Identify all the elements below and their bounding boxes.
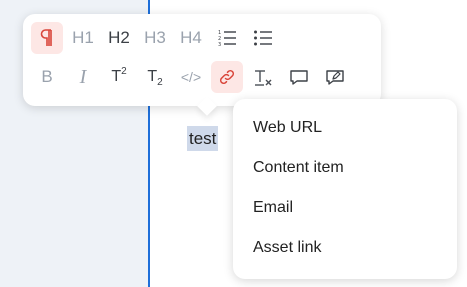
heading3-button[interactable]: H3 (139, 22, 171, 54)
toolbar-row-inline: B I T2 T2 </> (31, 61, 355, 93)
unordered-list-icon (254, 30, 272, 46)
heading1-button[interactable]: H1 (67, 22, 99, 54)
pilcrow-icon (40, 29, 52, 46)
comment-button[interactable] (283, 61, 315, 93)
heading4-label: H4 (180, 28, 202, 47)
paragraph-button[interactable] (31, 22, 63, 54)
suggestion-button[interactable] (319, 61, 351, 93)
clear-format-icon (255, 70, 272, 86)
menu-item-asset-link[interactable]: Asset link (253, 239, 321, 257)
italic-button[interactable]: I (67, 61, 99, 93)
italic-label: I (79, 65, 87, 88)
suggestion-icon (326, 70, 344, 85)
selected-text[interactable]: test (187, 126, 219, 151)
link-icon (219, 69, 235, 85)
ordered-list-button[interactable]: 123 (211, 22, 243, 54)
comment-icon (290, 70, 308, 85)
menu-item-email[interactable]: Email (253, 199, 293, 217)
heading2-button[interactable]: H2 (103, 22, 135, 54)
superscript-base: T (111, 68, 122, 85)
heading1-label: H1 (72, 28, 94, 47)
toolbar-row-blocks: H1 H2 H3 H4 123 (31, 22, 283, 54)
heading3-label: H3 (144, 28, 166, 47)
svg-text:3: 3 (218, 42, 221, 47)
bold-label: B (41, 67, 53, 86)
code-button[interactable]: </> (175, 61, 207, 93)
formatting-toolbar: H1 H2 H3 H4 123 B I T 2 T 2 </> (23, 14, 381, 116)
subscript-button[interactable]: T2 (139, 61, 171, 93)
code-label: </> (180, 69, 202, 85)
link-type-menu: Web URL Content item Email Asset link (233, 99, 457, 279)
menu-item-content-item[interactable]: Content item (253, 159, 344, 177)
superscript-button[interactable]: T2 (103, 61, 135, 93)
superscript-mark: 2 (121, 65, 127, 77)
ordered-list-icon: 123 (218, 30, 236, 47)
bold-button[interactable]: B (31, 61, 63, 93)
menu-item-web-url[interactable]: Web URL (253, 119, 322, 137)
link-button[interactable] (211, 61, 243, 93)
heading4-button[interactable]: H4 (175, 22, 207, 54)
clear-format-button[interactable] (247, 61, 279, 93)
unordered-list-button[interactable] (247, 22, 279, 54)
subscript-mark: 2 (157, 76, 163, 88)
heading2-label: H2 (108, 28, 130, 47)
subscript-base: T (147, 68, 158, 85)
